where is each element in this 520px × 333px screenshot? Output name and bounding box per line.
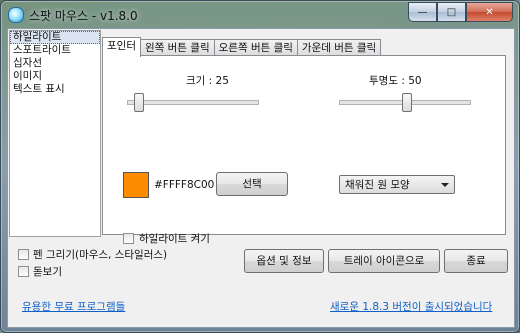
- select-color-button[interactable]: 선택: [216, 172, 288, 196]
- enable-highlight-label: 하일라이트 켜기: [139, 233, 210, 245]
- app-icon: [8, 7, 24, 23]
- tab-middle-click[interactable]: 가운데 버튼 클릭: [296, 39, 382, 56]
- list-item-text-display[interactable]: 텍스트 표시: [10, 83, 100, 96]
- free-programs-link[interactable]: 유용한 무료 프로그램들: [22, 299, 125, 314]
- magnifier-label: 돋보기: [33, 266, 62, 278]
- title-bar[interactable]: 스팟 마우스 - v1.8.0 — □ ✕: [1, 1, 519, 27]
- close-button[interactable]: ✕: [466, 2, 513, 22]
- pointer-tab-panel: 크기 : 25 투명도 : 50 #FFFF8C00 선택 채워진 원 모양 하…: [102, 55, 506, 245]
- main-window: 스팟 마우스 - v1.8.0 — □ ✕ 하일라이트 스포트라이트 십자선 이…: [0, 0, 520, 333]
- caption-buttons: — □ ✕: [408, 2, 513, 22]
- shape-dropdown[interactable]: 채워진 원 모양: [339, 175, 455, 194]
- size-label: 크기 : 25: [186, 75, 229, 87]
- minimize-button[interactable]: —: [408, 2, 437, 22]
- options-info-button[interactable]: 옵션 및 정보: [244, 249, 324, 273]
- magnifier-checkbox[interactable]: [18, 266, 29, 277]
- exit-button[interactable]: 종료: [444, 249, 508, 273]
- maximize-button[interactable]: □: [437, 2, 466, 22]
- list-item-image[interactable]: 이미지: [10, 70, 100, 83]
- size-slider-track[interactable]: [127, 100, 259, 105]
- tab-strip: 포인터 왼쪽 버튼 클릭 오른쪽 버튼 클릭 가운데 버튼 클릭: [102, 37, 382, 57]
- shape-dropdown-value: 채워진 원 모양: [345, 179, 410, 191]
- color-swatch[interactable]: [123, 172, 149, 198]
- pen-draw-label: 펜 그리기(마우스, 스타일러스): [33, 249, 168, 261]
- chevron-down-icon: [441, 183, 449, 187]
- list-item-spotlight[interactable]: 스포트라이트: [10, 44, 100, 57]
- tab-left-click[interactable]: 왼쪽 버튼 클릭: [139, 39, 215, 56]
- enable-highlight-checkbox[interactable]: [123, 233, 134, 244]
- update-available-link[interactable]: 새로운 1.8.3 버전이 출시되었습니다: [330, 299, 492, 314]
- window-title: 스팟 마우스 - v1.8.0: [29, 9, 138, 23]
- opacity-slider-thumb[interactable]: [402, 93, 412, 112]
- color-hex-value: #FFFF8C00: [154, 179, 215, 191]
- opacity-label: 투명도 : 50: [369, 75, 422, 87]
- list-item-highlight[interactable]: 하일라이트: [10, 31, 100, 44]
- pen-draw-checkbox[interactable]: [18, 249, 29, 260]
- list-item-crosshair[interactable]: 십자선: [10, 57, 100, 70]
- tab-pointer[interactable]: 포인터: [102, 37, 141, 57]
- feature-list[interactable]: 하일라이트 스포트라이트 십자선 이미지 텍스트 표시: [9, 30, 101, 237]
- size-slider-thumb[interactable]: [134, 93, 144, 112]
- tray-icon-button[interactable]: 트레이 아이콘으로: [328, 249, 440, 273]
- tab-right-click[interactable]: 오른쪽 버튼 클릭: [213, 39, 298, 56]
- client-area: 하일라이트 스포트라이트 십자선 이미지 텍스트 표시 포인터 왼쪽 버튼 클릭…: [7, 28, 515, 328]
